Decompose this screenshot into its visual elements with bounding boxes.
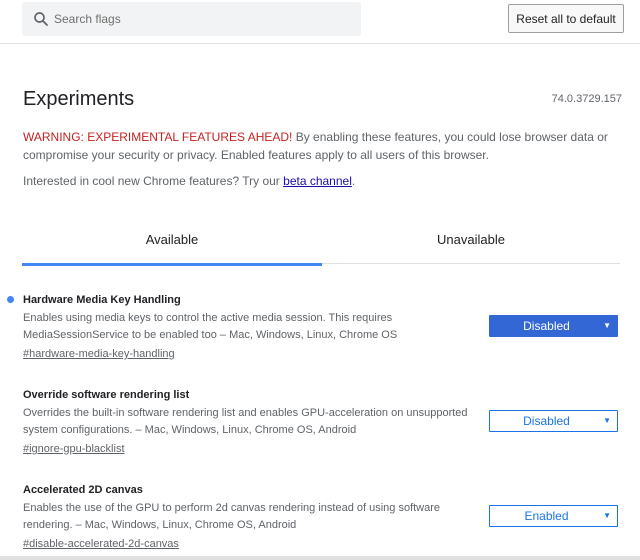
tab-unavailable-label: Unavailable bbox=[437, 232, 505, 247]
select-value: Enabled bbox=[524, 509, 569, 523]
flag-item-hardware-media-key-handling: Hardware Media Key Handling Enables usin… bbox=[7, 292, 623, 363]
chevron-down-icon: ▼ bbox=[603, 321, 611, 330]
flag-permalink[interactable]: #disable-accelerated-2d-canvas bbox=[23, 536, 179, 553]
flag-item-override-software-rendering-list: Override software rendering list Overrid… bbox=[23, 387, 623, 458]
chevron-down-icon: ▼ bbox=[603, 416, 611, 425]
flag-title: Override software rendering list bbox=[23, 389, 190, 401]
modified-dot-icon bbox=[7, 296, 14, 303]
tab-unavailable[interactable]: Unavailable bbox=[322, 220, 620, 264]
flag-state-select[interactable]: Disabled ▼ bbox=[489, 410, 618, 432]
flag-item-accelerated-2d-canvas: Accelerated 2D canvas Enables the use of… bbox=[23, 482, 623, 553]
search-box[interactable] bbox=[22, 2, 361, 36]
flag-title: Hardware Media Key Handling bbox=[23, 294, 181, 306]
warning-strong: WARNING: EXPERIMENTAL FEATURES AHEAD! bbox=[23, 130, 293, 144]
reset-all-button[interactable]: Reset all to default bbox=[508, 4, 624, 33]
flag-description: Overrides the built-in software renderin… bbox=[23, 407, 468, 436]
search-icon bbox=[34, 12, 48, 26]
beta-channel-note: Interested in cool new Chrome features? … bbox=[23, 172, 355, 190]
flag-description: Enables using media keys to control the … bbox=[23, 312, 398, 341]
interest-text: Interested in cool new Chrome features? … bbox=[23, 174, 284, 188]
select-value: Disabled bbox=[523, 414, 570, 428]
beta-channel-link[interactable]: beta channel bbox=[283, 174, 352, 188]
page-title: Experiments bbox=[23, 88, 135, 110]
tab-available-label: Available bbox=[145, 232, 199, 247]
version-label: 74.0.3729.157 bbox=[551, 93, 622, 105]
bottom-divider bbox=[0, 556, 640, 560]
interest-end: . bbox=[351, 174, 356, 188]
flag-state-select[interactable]: Enabled ▼ bbox=[489, 505, 618, 527]
tab-available[interactable]: Available bbox=[22, 220, 322, 266]
flag-description: Enables the use of the GPU to perform 2d… bbox=[23, 502, 441, 531]
top-bar: Reset all to default bbox=[0, 0, 640, 44]
flag-permalink[interactable]: #ignore-gpu-blacklist bbox=[23, 441, 125, 458]
search-input[interactable] bbox=[54, 2, 354, 36]
tab-bar: Available Unavailable bbox=[22, 220, 620, 266]
select-value: Disabled bbox=[523, 319, 570, 333]
flag-title: Accelerated 2D canvas bbox=[23, 484, 143, 496]
warning-text: WARNING: EXPERIMENTAL FEATURES AHEAD! By… bbox=[23, 128, 613, 164]
chevron-down-icon: ▼ bbox=[603, 511, 611, 520]
flag-permalink[interactable]: #hardware-media-key-handling bbox=[23, 346, 175, 363]
active-tab-indicator bbox=[22, 263, 322, 266]
flag-state-select[interactable]: Disabled ▼ bbox=[489, 315, 618, 337]
